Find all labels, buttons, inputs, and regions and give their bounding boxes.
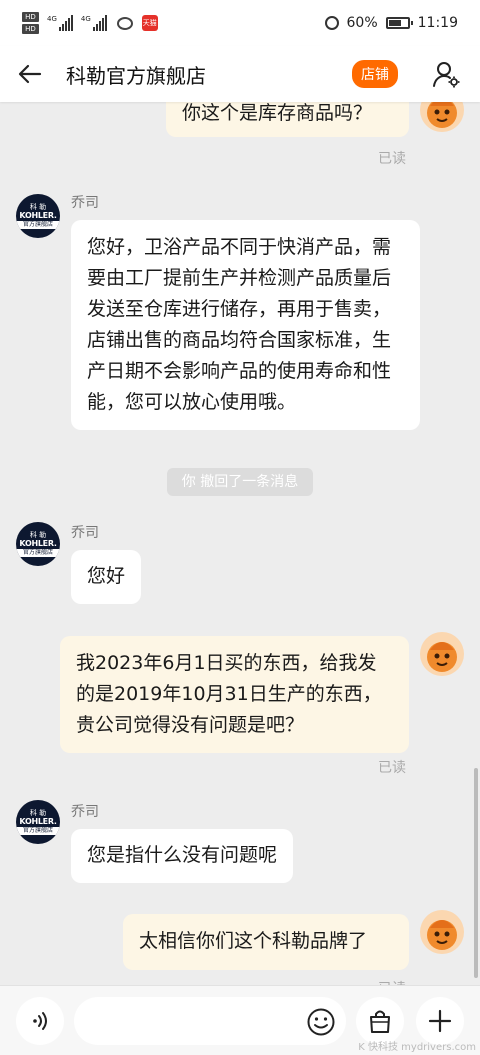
sender-name: 乔司 [71, 195, 99, 211]
shop-avatar[interactable]: 科 勒 KOHLER. 官方旗舰店 [16, 522, 60, 566]
message-text: 您好，卫浴产品不同于快消产品，需要由工厂提前生产并检测产品质量后发送至仓库进行储… [87, 236, 392, 413]
sender-name: 乔司 [71, 525, 99, 541]
hd-badge-1: HD 1 [22, 12, 39, 31]
network-badges: HD 1 HD 2 [22, 12, 39, 43]
message-bubble-incoming[interactable]: 您是指什么没有问题呢 [71, 829, 294, 883]
message-bubble-incoming[interactable]: 您好，卫浴产品不同于快消产品，需要由工厂提前生产并检测产品质量后发送至仓库进行储… [71, 220, 420, 430]
signal-2-icon: 4G [81, 15, 107, 31]
message-bubble-outgoing[interactable]: 太相信你们这个科勒品牌了 [123, 914, 409, 970]
recall-notice: 你 撤回了一条消息 [167, 468, 313, 496]
back-button[interactable] [0, 46, 60, 102]
shop-avatar[interactable]: 科 勒 KOHLER. 官方旗舰店 [16, 800, 60, 844]
user-avatar-icon [427, 642, 457, 672]
message-text: 我2023年6月1日买的东西，给我发的是2019年10月31日生产的东西，贵公司… [76, 652, 382, 736]
my-avatar[interactable] [420, 632, 464, 676]
wechat-icon [116, 16, 133, 30]
page-title: 科勒官方旗舰店 [66, 63, 206, 88]
my-avatar[interactable] [420, 102, 464, 132]
emoji-icon [307, 1008, 335, 1036]
watermark: K 快科技 mydrivers.com [358, 1042, 476, 1053]
user-settings-button[interactable] [426, 54, 466, 94]
emoji-button[interactable] [304, 1005, 338, 1039]
store-button[interactable]: 店铺 [352, 60, 398, 88]
message-bubble-incoming[interactable]: 您好 [71, 550, 142, 604]
user-avatar-icon [427, 920, 457, 950]
shopping-bag-icon [370, 1010, 390, 1033]
input-bar: K 快科技 mydrivers.com [0, 985, 480, 1055]
my-avatar[interactable] [420, 910, 464, 954]
back-arrow-icon [18, 64, 42, 84]
status-right: 60% 11:19 [324, 15, 458, 31]
alarm-icon [324, 16, 339, 30]
user-settings-icon [433, 62, 460, 88]
message-bubble-outgoing[interactable]: 你这个是库存商品吗？ [166, 102, 409, 137]
read-receipt: 已读 [378, 151, 406, 167]
chat-area[interactable]: 你这个是库存商品吗？ 已读 科 勒 KOHLER. 官方旗舰店 乔司 您好，卫浴… [0, 102, 480, 985]
hd-badge-2: HD 2 [22, 24, 39, 43]
shop-avatar[interactable]: 科 勒 KOHLER. 官方旗舰店 [16, 194, 60, 238]
user-avatar-icon [427, 102, 457, 128]
read-receipt: 已读 [378, 760, 406, 776]
battery-percent: 60% [346, 15, 378, 31]
signal-1-icon: 4G [47, 15, 73, 31]
voice-button[interactable] [16, 997, 64, 1045]
battery-icon [385, 17, 413, 29]
message-text: 你这个是库存商品吗？ [182, 102, 373, 124]
chat-scrollbar[interactable] [474, 768, 478, 978]
message-text: 您是指什么没有问题呢 [87, 844, 278, 866]
plus-icon [428, 1009, 452, 1033]
read-receipt: 已读 [378, 978, 406, 985]
message-text: 您好 [87, 565, 126, 587]
status-left: HD 1 HD 2 4G 4G 天猫 [22, 12, 158, 43]
clock: 11:19 [417, 15, 458, 31]
chat-header: 科勒官方旗舰店 店铺 [0, 46, 480, 102]
voice-icon [33, 1012, 47, 1030]
tmall-badge: 天猫 [141, 15, 158, 31]
sender-name: 乔司 [71, 804, 99, 820]
message-bubble-outgoing[interactable]: 我2023年6月1日买的东西，给我发的是2019年10月31日生产的东西，贵公司… [60, 636, 409, 753]
status-bar: HD 1 HD 2 4G 4G 天猫 60% 11:19 [0, 0, 480, 46]
message-text: 太相信你们这个科勒品牌了 [139, 930, 368, 952]
